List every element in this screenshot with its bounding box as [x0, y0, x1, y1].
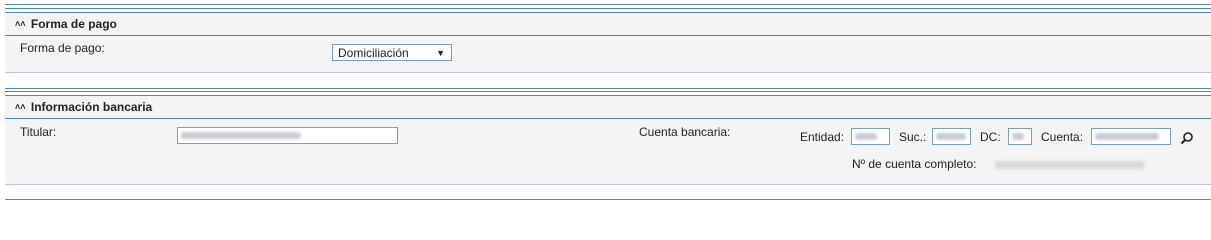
redacted-dc — [1012, 133, 1024, 140]
dc-label: DC: — [980, 130, 1001, 144]
bank-panel-header[interactable]: ˄˄ Información bancaria — [5, 96, 1211, 119]
redacted-entidad — [855, 133, 877, 140]
titular-input[interactable] — [177, 127, 398, 144]
payment-panel-header[interactable]: ˄˄ Forma de pago — [5, 13, 1211, 36]
double-chevron-up-icon[interactable]: ˄˄ — [15, 13, 26, 35]
payment-method-label: Forma de pago: — [20, 41, 105, 55]
bottom-border-line — [5, 199, 1211, 200]
payment-panel: ˄˄ Forma de pago Forma de pago: Domicili… — [5, 12, 1211, 73]
dc-input[interactable] — [1008, 128, 1032, 145]
redacted-cuenta — [1095, 133, 1159, 140]
entidad-input[interactable] — [851, 128, 890, 145]
payment-method-value: Domiciliación — [338, 46, 409, 60]
bank-panel-title: Información bancaria — [30, 100, 153, 114]
cuenta-bancaria-label: Cuenta bancaria: — [639, 125, 731, 139]
payment-panel-title: Forma de pago — [30, 17, 117, 31]
suc-label: Suc.: — [899, 130, 927, 144]
separator-line — [5, 88, 1211, 89]
cuenta-label: Cuenta: — [1041, 130, 1084, 144]
bank-info-panel: ˄˄ Información bancaria Titular: Cuenta … — [5, 95, 1211, 185]
payment-panel-bottom-line — [5, 72, 1211, 73]
bank-panel-bottom-line — [5, 184, 1211, 185]
redacted-full-account-number — [995, 161, 1145, 169]
dropdown-arrow-icon: ▼ — [436, 48, 445, 58]
double-chevron-up-icon[interactable]: ˄˄ — [15, 96, 26, 118]
top-border-line — [5, 4, 1211, 5]
titular-label: Titular: — [20, 125, 57, 139]
redacted-titular-text — [181, 132, 301, 139]
search-icon[interactable] — [1180, 131, 1194, 145]
cuenta-input[interactable] — [1091, 128, 1171, 145]
payment-method-select[interactable]: Domiciliación ▼ — [332, 44, 452, 61]
redacted-suc — [936, 133, 966, 140]
suc-input[interactable] — [932, 128, 971, 145]
full-account-label: Nº de cuenta completo: — [852, 157, 977, 171]
entidad-label: Entidad: — [800, 130, 845, 144]
